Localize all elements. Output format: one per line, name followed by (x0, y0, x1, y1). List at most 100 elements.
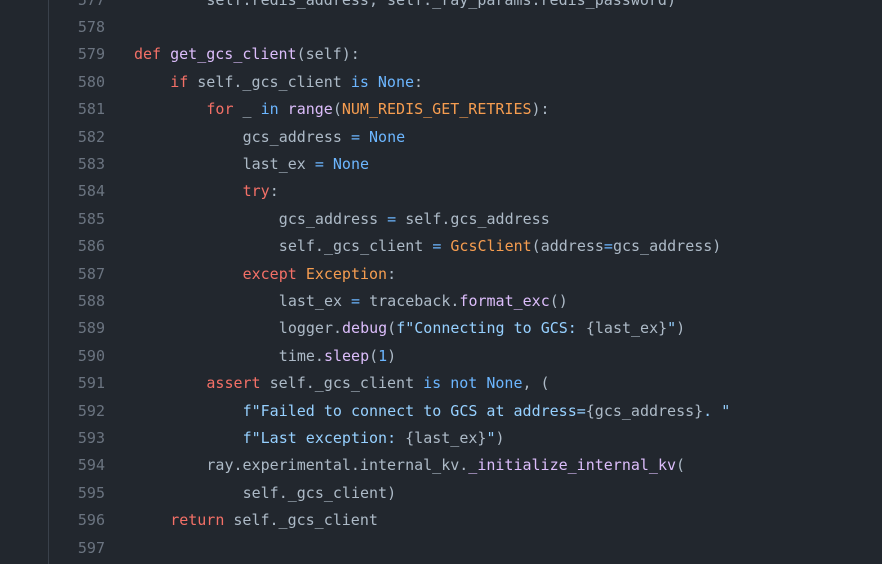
code-text: last_ex = traceback.format_exc() (279, 288, 568, 315)
line-number: 582 (77, 127, 105, 146)
code-text: gcs_address = None (243, 124, 406, 151)
code-token: ) (495, 428, 505, 447)
code-token: debug (342, 319, 388, 338)
line-number: 579 (77, 45, 105, 64)
code-token: {last_ex} (585, 319, 668, 338)
code-token: None (377, 72, 415, 91)
code-token: return (170, 511, 225, 530)
line-number: 596 (77, 511, 105, 530)
code-editor[interactable]: 577 self.redis_address, self._ray_params.… (0, 0, 882, 564)
code-text: if self._gcs_client is None: (170, 69, 423, 96)
code-text: gcs_address = self.gcs_address (279, 206, 550, 233)
code-line: 583 last_ex = None (0, 151, 882, 178)
code-token: self._gcs_client) (242, 483, 397, 502)
code-text: self._gcs_client = GcsClient(address=gcs… (279, 233, 722, 260)
code-token: (self): (296, 45, 360, 64)
code-token: f"Failed to connect to GCS at address= (242, 401, 586, 420)
code-line: 577 self.redis_address, self._ray_params.… (0, 0, 882, 14)
code-token: : (414, 72, 424, 91)
code-text: self.redis_address, self._ray_params.red… (206, 0, 676, 14)
code-text: assert self._gcs_client is not None, ( (206, 370, 549, 397)
code-token: ) (387, 346, 397, 365)
code-token: range (287, 100, 333, 119)
code-token: time. (278, 346, 324, 365)
code-token: self._gcs_client (278, 237, 433, 256)
code-line: 592 f"Failed to connect to GCS at address… (0, 398, 882, 425)
code-text: except Exception: (243, 261, 397, 288)
code-line: 588 last_ex = traceback.format_exc() (0, 288, 882, 315)
line-number: 587 (77, 264, 105, 283)
code-token: ( (387, 319, 397, 338)
code-line: 584 try: (0, 178, 882, 205)
code-token: {gcs_address} (585, 401, 704, 420)
code-token: _initialize_internal_kv (468, 456, 677, 475)
code-token: last_ex (278, 291, 352, 310)
code-token: ( (369, 346, 379, 365)
code-text: f"Last exception: {last_ex}") (243, 425, 505, 452)
code-token: ( (332, 100, 342, 119)
code-token: f"Connecting to GCS: (396, 319, 586, 338)
line-number: 577 (0, 0, 105, 14)
code-token: not (450, 374, 478, 393)
code-token: = (432, 237, 442, 256)
code-token: self._gcs_client (224, 511, 378, 530)
code-token: = (603, 237, 613, 256)
code-token: is (423, 374, 442, 393)
code-text: try: (243, 178, 279, 205)
code-token: self.redis_address, self._ray_params.red… (206, 0, 676, 9)
code-token: format_exc (459, 291, 550, 310)
code-line: 595 self._gcs_client) (0, 480, 882, 507)
code-line: 579 def get_gcs_client(self): (0, 41, 882, 68)
code-token: def (134, 45, 162, 64)
code-token: 1 (378, 346, 388, 365)
code-token: is (350, 72, 369, 91)
code-token: " (667, 319, 677, 338)
code-line: 596 return self._gcs_client (0, 507, 882, 534)
code-token: = (350, 127, 360, 146)
code-text: f"Failed to connect to GCS at address={g… (243, 398, 731, 425)
code-line: 589 logger.debug(f"Connecting to GCS: {la… (0, 315, 882, 342)
line-number: 593 (77, 428, 105, 447)
code-token: . " (703, 401, 731, 420)
code-line: 593 f"Last exception: {last_ex}") (0, 425, 882, 452)
code-token: NUM_REDIS_GET_RETRIES (341, 100, 532, 119)
line-number: 585 (77, 209, 105, 228)
code-token: None (332, 154, 370, 173)
code-token: gcs_address (242, 127, 351, 146)
line-number: 595 (77, 483, 105, 502)
line-number: 597 (77, 538, 105, 557)
code-token: Exception (305, 264, 388, 283)
code-token: self._gcs_client (260, 374, 424, 393)
code-text: def get_gcs_client(self): (134, 41, 360, 68)
code-token: f"Last exception: (242, 428, 406, 447)
line-number: 588 (77, 291, 105, 310)
code-line: 590 time.sleep(1) (0, 343, 882, 370)
line-number: 580 (77, 72, 105, 91)
code-token: , ( (522, 374, 550, 393)
line-number: 584 (77, 182, 105, 201)
code-token: except (242, 264, 297, 283)
code-line: 585 gcs_address = self.gcs_address (0, 206, 882, 233)
code-token: : (269, 182, 279, 201)
code-token: None (486, 374, 523, 393)
code-token: self.gcs_address (396, 209, 550, 228)
code-token: ( (676, 456, 686, 475)
code-token: get_gcs_client (170, 45, 297, 64)
code-token: in (260, 100, 279, 119)
code-token: sleep (323, 346, 370, 365)
line-number: 589 (77, 319, 105, 338)
code-token: = (314, 154, 324, 173)
code-token: gcs_address) (612, 237, 722, 256)
code-token: gcs_address (278, 209, 388, 228)
code-text: logger.debug(f"Connecting to GCS: {last_… (279, 315, 685, 342)
line-number: 594 (77, 456, 105, 475)
code-line: 578 (0, 14, 882, 41)
code-line: 587 except Exception: (0, 261, 882, 288)
code-text: self._gcs_client) (243, 480, 397, 507)
code-line: 594 ray.experimental.internal_kv._initial… (0, 452, 882, 479)
